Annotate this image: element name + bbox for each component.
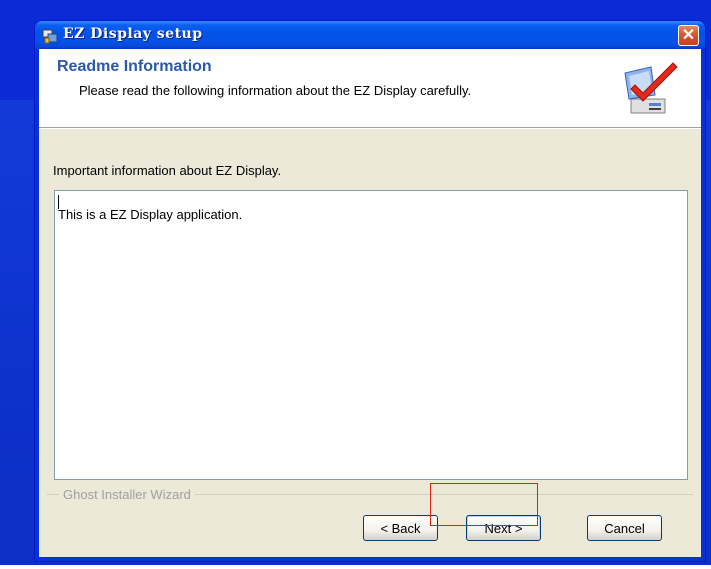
info-label: Important information about EZ Display.: [53, 163, 282, 178]
next-button-highlight: [430, 483, 538, 526]
back-button[interactable]: < Back: [363, 515, 438, 541]
header-separator: [39, 128, 701, 129]
page-subtitle: Please read the following information ab…: [79, 83, 472, 98]
wizard-brand-label: Ghost Installer Wizard: [59, 487, 195, 502]
close-button[interactable]: ✕: [678, 25, 699, 46]
wizard-header: Readme Information Please read the follo…: [39, 49, 701, 128]
readme-textbox[interactable]: This is a EZ Display application.: [54, 190, 688, 480]
monitor-checkmark-icon: [624, 62, 678, 114]
installer-app-icon: [42, 29, 58, 44]
readme-text: This is a EZ Display application.: [58, 207, 243, 222]
window-title: EZ Display setup: [63, 26, 203, 42]
title-bar[interactable]: EZ Display setup ✕: [35, 21, 705, 49]
cancel-button[interactable]: Cancel: [587, 515, 662, 541]
text-caret: [58, 195, 59, 209]
dialog-client-area: Readme Information Please read the follo…: [39, 49, 701, 557]
page-title: Readme Information: [57, 58, 212, 75]
setup-window: EZ Display setup ✕ Readme Information Pl…: [34, 20, 706, 562]
